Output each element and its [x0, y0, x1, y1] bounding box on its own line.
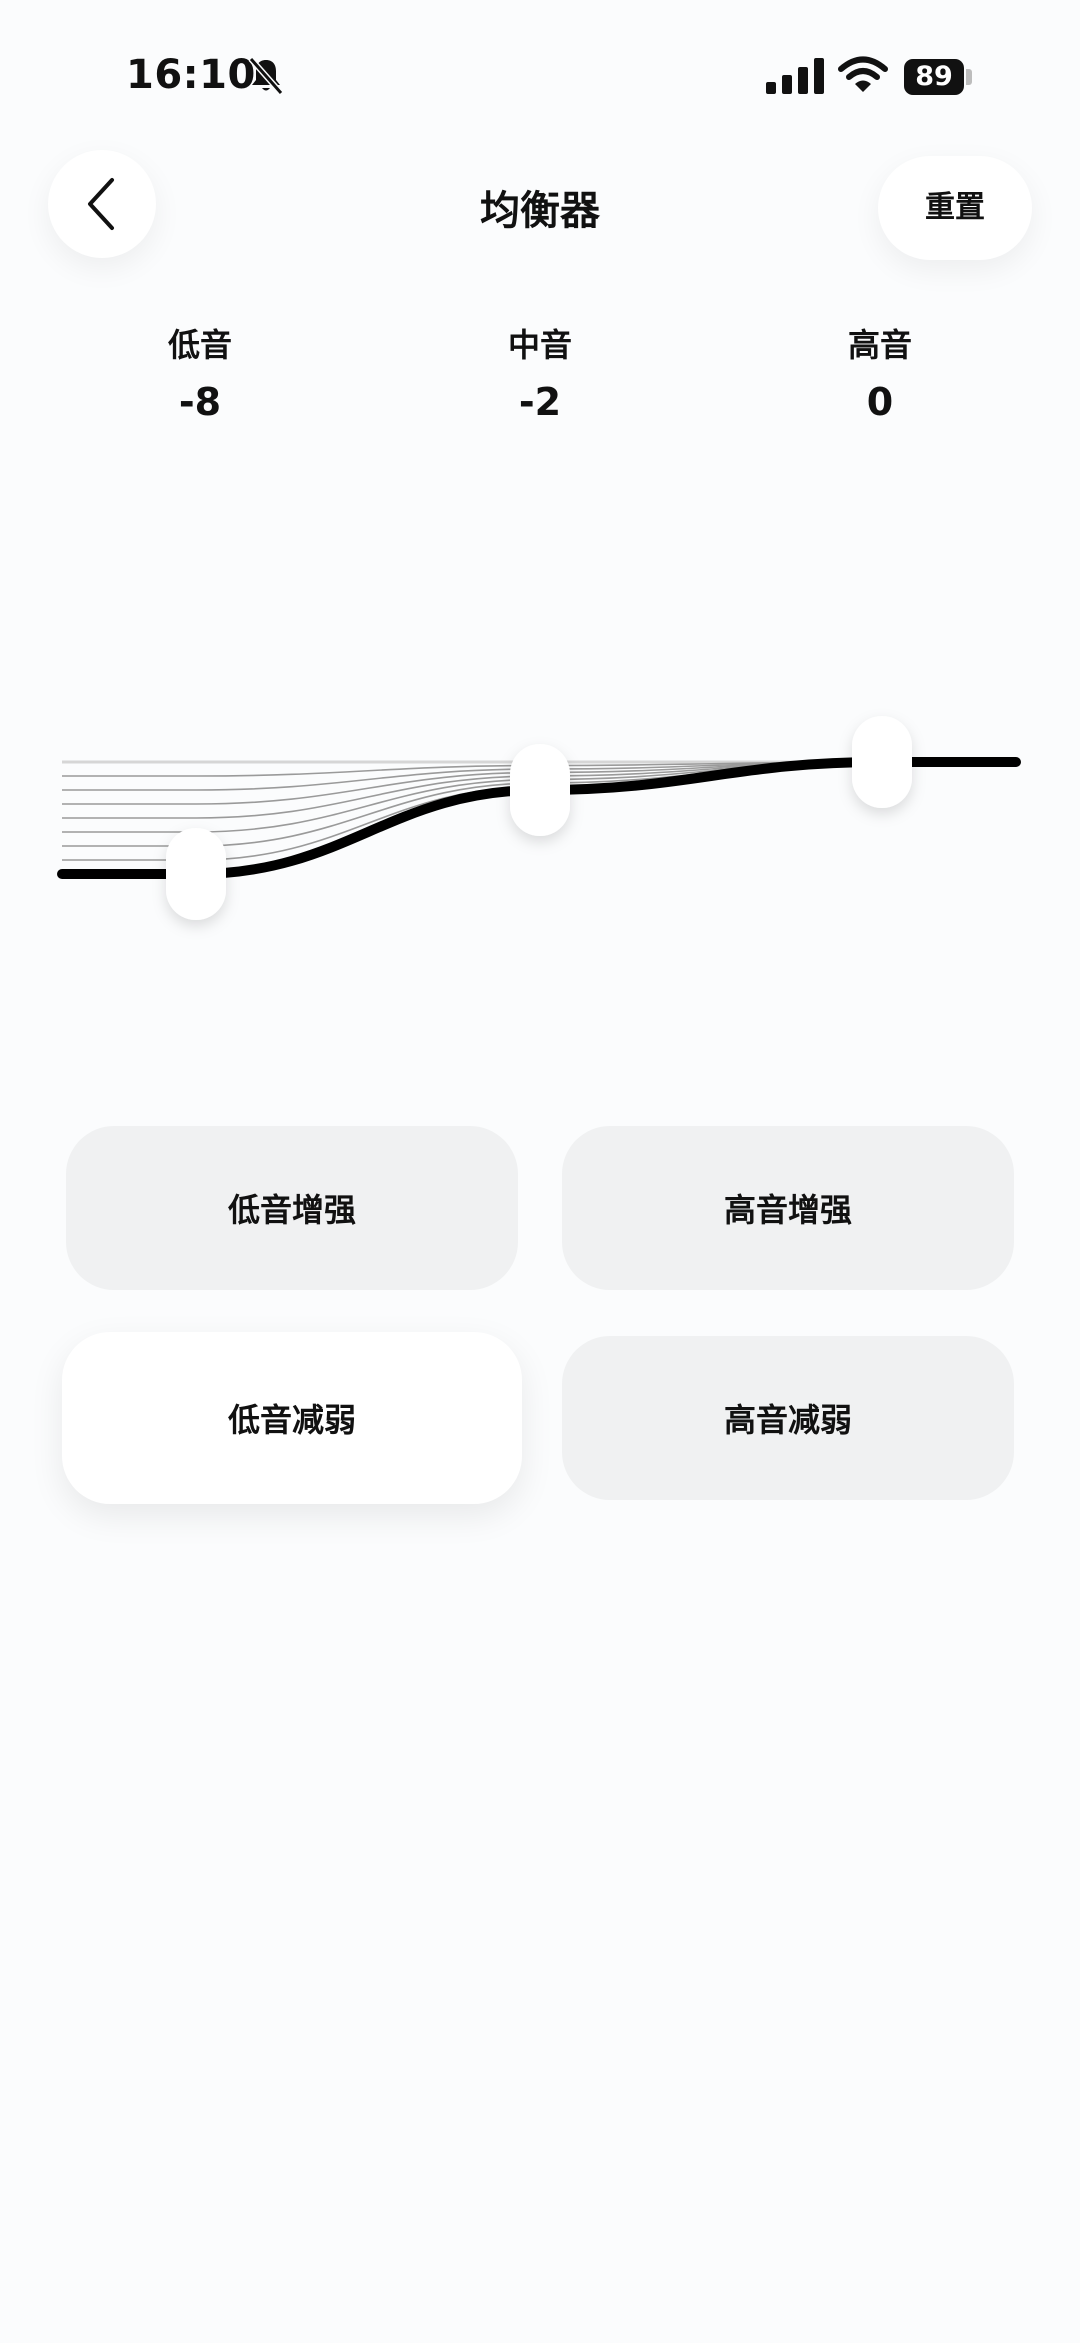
preset-bass-reduce-button[interactable]: 低音减弱 [62, 1332, 522, 1504]
band-mid: 中音 -2 [440, 320, 640, 424]
band-bass: 低音 -8 [100, 320, 300, 424]
eq-curve-graph[interactable] [0, 680, 1080, 1020]
battery-level: 89 [904, 59, 964, 95]
preset-treble-boost-button[interactable]: 高音增强 [562, 1126, 1014, 1290]
bell-muted-icon [248, 57, 284, 95]
eq-knob-mid[interactable] [510, 744, 570, 836]
band-bass-label: 低音 [167, 326, 232, 364]
band-mid-label: 中音 [507, 326, 572, 364]
equalizer-screen: 16:10 89 均衡器 重置 低音 -8 中音 -2 高音 0 低音增强 高音… [0, 0, 1080, 2343]
status-time: 16:10 [126, 52, 256, 98]
preset-treble-reduce-button[interactable]: 高音减弱 [562, 1336, 1014, 1500]
eq-knob-bass[interactable] [166, 828, 226, 920]
band-bass-value: -8 [178, 380, 222, 424]
cellular-signal-icon [766, 58, 824, 94]
band-mid-value: -2 [518, 380, 562, 424]
band-treble-value: 0 [866, 380, 894, 424]
eq-knob-treble[interactable] [852, 716, 912, 808]
band-treble-label: 高音 [847, 326, 912, 364]
reset-button[interactable]: 重置 [878, 156, 1032, 260]
battery-tip [966, 69, 972, 85]
wifi-icon [838, 56, 888, 92]
preset-bass-boost-button[interactable]: 低音增强 [66, 1126, 518, 1290]
band-treble: 高音 0 [780, 320, 980, 424]
